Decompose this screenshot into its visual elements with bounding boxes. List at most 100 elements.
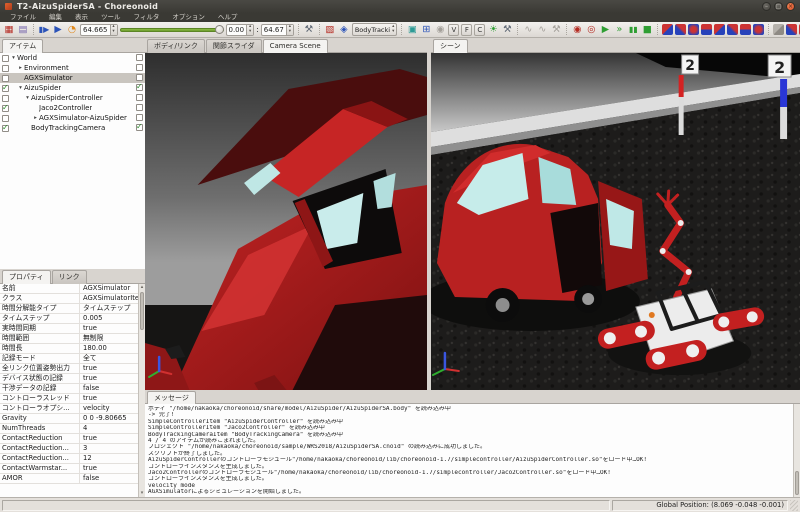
graph-config-wrench-icon[interactable]: ⚒ xyxy=(550,23,562,36)
expander-icon[interactable]: ▾ xyxy=(24,95,31,101)
menu-tools[interactable]: ツール xyxy=(95,13,127,22)
scene-view[interactable]: 2 2 xyxy=(431,53,800,390)
item-checkbox-secondary[interactable] xyxy=(136,104,143,111)
camera-scene-view[interactable] xyxy=(145,53,427,390)
property-row[interactable]: 時間長180.00 xyxy=(0,344,145,354)
simulation-resume-icon[interactable]: » xyxy=(613,23,625,36)
message-scrollbar[interactable] xyxy=(793,404,800,497)
menu-file[interactable]: ファイル xyxy=(4,13,42,22)
tab-link[interactable]: リンク xyxy=(52,270,87,284)
property-row[interactable]: 干渉データの記録false xyxy=(0,384,145,394)
property-row[interactable]: コントローラオプシ...velocity xyxy=(0,404,145,414)
vertical-axis-button[interactable]: V xyxy=(448,24,459,36)
item-checkbox[interactable] xyxy=(2,65,9,72)
record-icon[interactable]: ◉ xyxy=(571,23,583,36)
item-checkbox-secondary[interactable] xyxy=(136,54,143,61)
tab-scene[interactable]: シーン xyxy=(433,39,468,53)
orbit-view-icon[interactable]: ◉ xyxy=(434,23,446,36)
store-project-icon[interactable]: ▦ xyxy=(3,23,15,36)
property-row[interactable]: 名前AGXSimulator xyxy=(0,284,145,294)
time-reset-icon[interactable]: ▮▶ xyxy=(38,23,50,36)
scene-mode-icon[interactable]: ▣ xyxy=(406,23,418,36)
menu-help[interactable]: ヘルプ xyxy=(212,13,244,22)
fk-mode-icon[interactable] xyxy=(662,24,673,35)
close-button[interactable]: × xyxy=(786,2,795,11)
range-start-spinbox[interactable]: 0.00 ▴ ▾ xyxy=(226,24,255,36)
property-row[interactable]: タイムステップ0.005 xyxy=(0,314,145,324)
item-checkbox[interactable]: ✓ xyxy=(2,105,9,112)
preset-kinematics-icon[interactable] xyxy=(688,24,699,35)
base-link-select-icon[interactable] xyxy=(701,24,712,35)
expander-icon[interactable]: ▾ xyxy=(10,55,17,61)
property-row[interactable]: 実時間同期true xyxy=(0,324,145,334)
property-row[interactable]: コントローラスレッドtrue xyxy=(0,394,145,404)
property-row[interactable]: 記録モード全て xyxy=(0,354,145,364)
lighting-icon[interactable]: ☀ xyxy=(487,23,499,36)
collision-detection-icon[interactable]: ◈ xyxy=(338,23,350,36)
property-table[interactable]: 名前AGXSimulator クラスAGXSimulatorItem 時間分解能… xyxy=(0,284,145,497)
property-row[interactable]: 時間範囲無制限 xyxy=(0,334,145,344)
tree-row-world[interactable]: ▾ World xyxy=(0,53,145,63)
pan-view-icon[interactable]: ⊞ xyxy=(420,23,432,36)
range-end-spinbox[interactable]: 64.67 ▴ ▾ xyxy=(261,24,294,36)
scrollbar-handle[interactable] xyxy=(140,292,144,330)
property-scrollbar[interactable]: ▴ ▾ xyxy=(138,284,145,497)
attitude-reset-icon[interactable] xyxy=(753,24,764,35)
tab-items[interactable]: アイテム xyxy=(2,39,43,53)
joint-connect-icon[interactable] xyxy=(786,24,797,35)
property-row[interactable]: 全リンク位置姿勢出力true xyxy=(0,364,145,374)
scrollbar-handle[interactable] xyxy=(795,471,799,495)
maximize-button[interactable]: □ xyxy=(774,2,783,11)
tab-message[interactable]: メッセージ xyxy=(147,391,196,404)
menu-options[interactable]: オプション xyxy=(166,13,211,22)
tree-row-environment[interactable]: ▸ Environment xyxy=(0,63,145,73)
titlebar[interactable]: T2-AizuSpiderSA - Choreonoid – □ × xyxy=(0,0,800,13)
item-checkbox[interactable] xyxy=(2,55,9,62)
scene-canvas[interactable]: 2 2 xyxy=(431,53,800,390)
camera-capture-icon[interactable]: ◎ xyxy=(585,23,597,36)
item-checkbox-secondary[interactable] xyxy=(136,64,143,71)
simulation-start-icon[interactable]: ▶ xyxy=(599,23,611,36)
menu-filter[interactable]: フィルタ xyxy=(128,13,166,22)
spin-down-button[interactable]: ▾ xyxy=(287,30,293,35)
resize-grip[interactable] xyxy=(790,500,798,511)
tree-row-bodytrackingcamera[interactable]: ✓ BodyTrackingCamera ✓ xyxy=(0,123,145,133)
menu-edit[interactable]: 編集 xyxy=(43,13,68,22)
tab-property[interactable]: プロパティ xyxy=(2,270,51,284)
center-view-button[interactable]: C xyxy=(474,24,485,36)
message-view[interactable]: ボディ "/home/nakaoka/choreonoid/share/mode… xyxy=(145,404,800,497)
item-checkbox[interactable] xyxy=(2,75,9,82)
item-checkbox[interactable]: ✓ xyxy=(2,125,9,132)
property-row[interactable]: ContactReduction...3 xyxy=(0,444,145,454)
pose-edit-icon[interactable] xyxy=(727,24,738,35)
tree-row-agxsimulator-aizuspider[interactable]: ▸ AGXSimulator-AizuSpider xyxy=(0,113,145,123)
item-checkbox[interactable]: ✓ xyxy=(2,85,9,92)
scene-config-wrench-icon[interactable]: ⚒ xyxy=(501,23,513,36)
property-row[interactable]: ContactWarmstar...true xyxy=(0,464,145,474)
item-checkbox[interactable] xyxy=(2,95,9,102)
item-checkbox-secondary[interactable] xyxy=(136,94,143,101)
spin-down-button[interactable]: ▾ xyxy=(111,30,117,35)
item-checkbox[interactable] xyxy=(2,115,9,122)
expander-icon[interactable]: ▸ xyxy=(32,115,39,121)
item-checkbox-secondary[interactable] xyxy=(136,114,143,121)
item-checkbox-secondary[interactable] xyxy=(136,74,143,81)
ik-mode-icon[interactable] xyxy=(675,24,686,35)
pin-drag-icon[interactable] xyxy=(714,24,725,35)
graph-view-icon[interactable]: ∿ xyxy=(522,23,534,36)
tree-row-agxsimulator[interactable]: AGXSimulator xyxy=(0,73,145,83)
expander-icon[interactable]: ▸ xyxy=(17,65,24,71)
tab-body-link[interactable]: ボディ/リンク xyxy=(147,39,205,53)
property-row[interactable]: AMORfalse xyxy=(0,474,145,484)
collision-visual-icon[interactable] xyxy=(773,24,784,35)
item-checkbox-secondary[interactable]: ✓ xyxy=(136,124,143,131)
property-row[interactable]: Gravity0 0 -9.80665 xyxy=(0,414,145,424)
fit-view-button[interactable]: F xyxy=(461,24,472,36)
media-bar-icon[interactable]: ▤ xyxy=(17,23,29,36)
camera-select-dropdown[interactable]: BodyTracki ▴ ▾ xyxy=(352,23,398,36)
menu-view[interactable]: 表示 xyxy=(69,13,94,22)
property-row[interactable]: NumThreads4 xyxy=(0,424,145,434)
property-row[interactable]: ContactReductiontrue xyxy=(0,434,145,444)
simulation-pause-icon[interactable]: ▮▮ xyxy=(627,23,639,36)
item-checkbox-secondary[interactable]: ✓ xyxy=(136,84,143,91)
